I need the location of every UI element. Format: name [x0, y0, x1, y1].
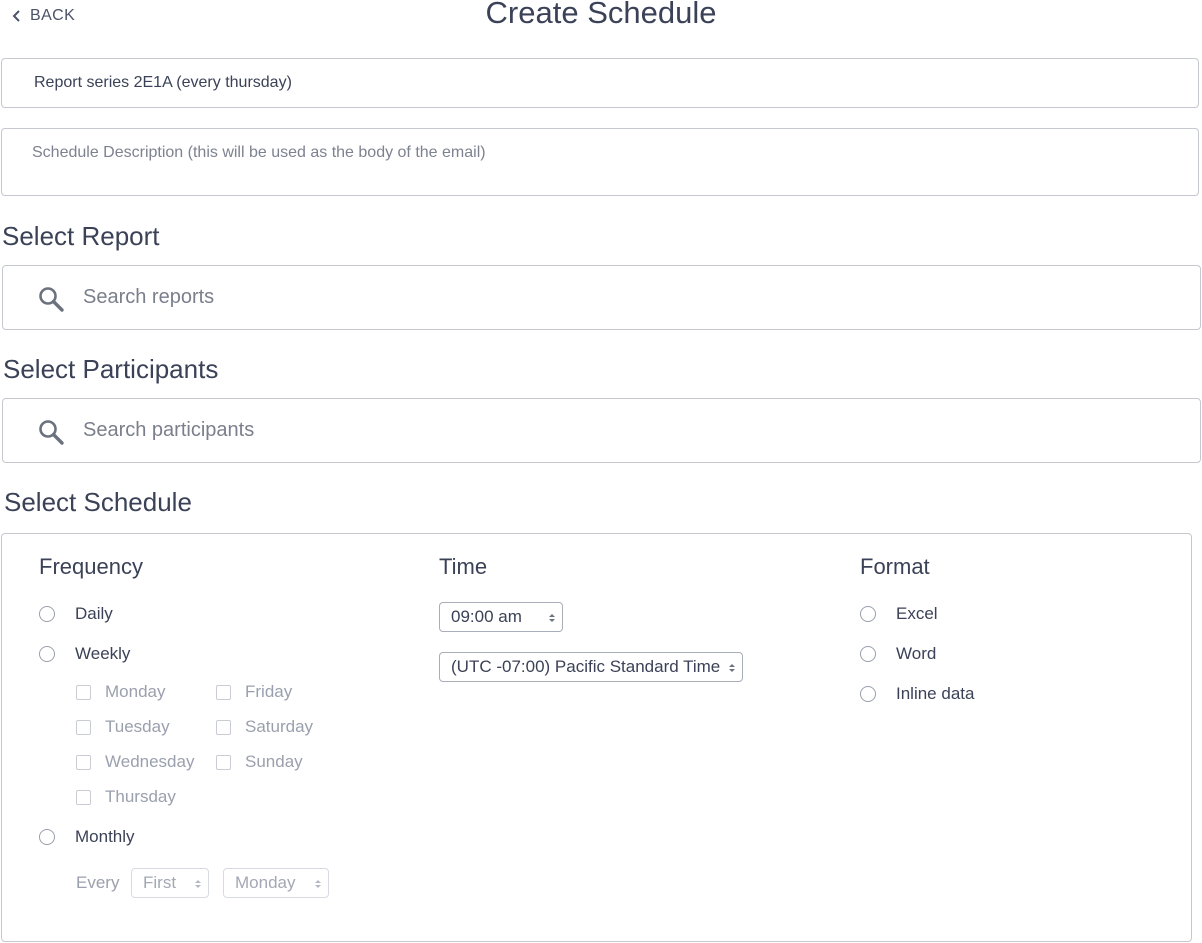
- radio-label: Excel: [896, 604, 938, 623]
- checkbox-box: [216, 754, 231, 770]
- weekday-checkbox-saturday[interactable]: Saturday: [216, 717, 313, 737]
- time-select[interactable]: 09:00 am: [439, 602, 563, 632]
- checkbox-box: [76, 754, 91, 770]
- checkbox-label: Tuesday: [105, 717, 170, 736]
- report-search-box[interactable]: [2, 265, 1201, 330]
- select-schedule-heading: Select Schedule: [4, 487, 192, 517]
- monthly-weekday-select[interactable]: Monday: [223, 868, 329, 898]
- checkbox-label: Monday: [105, 682, 166, 701]
- checkbox-label: Friday: [245, 682, 293, 701]
- select-arrows-icon: [549, 614, 555, 622]
- radio-circle: [39, 646, 55, 662]
- participants-search-box[interactable]: [2, 398, 1201, 463]
- frequency-daily-radio[interactable]: Daily: [39, 604, 113, 624]
- checkbox-box: [76, 719, 91, 735]
- select-arrows-icon: [195, 880, 201, 888]
- radio-circle: [39, 606, 55, 622]
- radio-circle: [860, 606, 876, 622]
- monthly-ordinal-select[interactable]: First: [131, 868, 209, 898]
- weekday-checkbox-wednesday[interactable]: Wednesday: [76, 752, 194, 772]
- timezone-select[interactable]: (UTC -07:00) Pacific Standard Time: [439, 652, 743, 682]
- weekday-checkbox-sunday[interactable]: Sunday: [216, 752, 303, 772]
- select-value: 09:00 am: [451, 607, 522, 626]
- radio-circle: [860, 686, 876, 702]
- select-value: Monday: [235, 873, 296, 892]
- participants-search-input[interactable]: [81, 399, 1181, 462]
- weekday-checkbox-friday[interactable]: Friday: [216, 682, 292, 702]
- weekday-checkbox-tuesday[interactable]: Tuesday: [76, 717, 170, 737]
- format-excel-radio[interactable]: Excel: [860, 604, 938, 624]
- radio-label: Daily: [75, 604, 113, 623]
- select-arrows-icon: [315, 880, 321, 888]
- checkbox-box: [216, 684, 231, 700]
- select-arrows-icon: [729, 664, 735, 672]
- schedule-panel: Frequency Daily Weekly Monday Tuesday We…: [1, 533, 1192, 942]
- radio-label: Word: [896, 644, 937, 663]
- radio-label: Weekly: [75, 644, 131, 663]
- select-participants-heading: Select Participants: [3, 354, 219, 384]
- radio-circle: [39, 829, 55, 845]
- format-heading: Format: [860, 554, 930, 579]
- schedule-description-field[interactable]: [1, 128, 1199, 196]
- radio-label: Monthly: [75, 827, 135, 846]
- select-report-heading: Select Report: [2, 221, 160, 251]
- checkbox-label: Sunday: [245, 752, 303, 771]
- search-icon: [39, 287, 64, 312]
- frequency-monthly-radio[interactable]: Monthly: [39, 827, 135, 847]
- frequency-heading: Frequency: [39, 554, 143, 579]
- report-search-input[interactable]: [81, 266, 1181, 329]
- radio-circle: [860, 646, 876, 662]
- weekday-checkbox-thursday[interactable]: Thursday: [76, 787, 176, 807]
- checkbox-box: [76, 789, 91, 805]
- time-heading: Time: [439, 554, 488, 579]
- page-title: Create Schedule: [485, 0, 717, 30]
- schedule-name-input[interactable]: [1, 58, 1199, 108]
- select-value: (UTC -07:00) Pacific Standard Time: [451, 657, 721, 676]
- weekday-checkbox-monday[interactable]: Monday: [76, 682, 165, 702]
- checkbox-box: [216, 719, 231, 735]
- format-inline-data-radio[interactable]: Inline data: [860, 684, 974, 704]
- format-word-radio[interactable]: Word: [860, 644, 936, 664]
- checkbox-label: Thursday: [105, 787, 176, 806]
- select-value: First: [143, 873, 177, 892]
- search-icon: [39, 420, 64, 445]
- checkbox-box: [76, 684, 91, 700]
- checkbox-label: Wednesday: [105, 752, 195, 771]
- frequency-weekly-radio[interactable]: Weekly: [39, 644, 130, 664]
- checkbox-label: Saturday: [245, 717, 314, 736]
- every-label: Every: [76, 873, 120, 892]
- radio-label: Inline data: [896, 684, 975, 703]
